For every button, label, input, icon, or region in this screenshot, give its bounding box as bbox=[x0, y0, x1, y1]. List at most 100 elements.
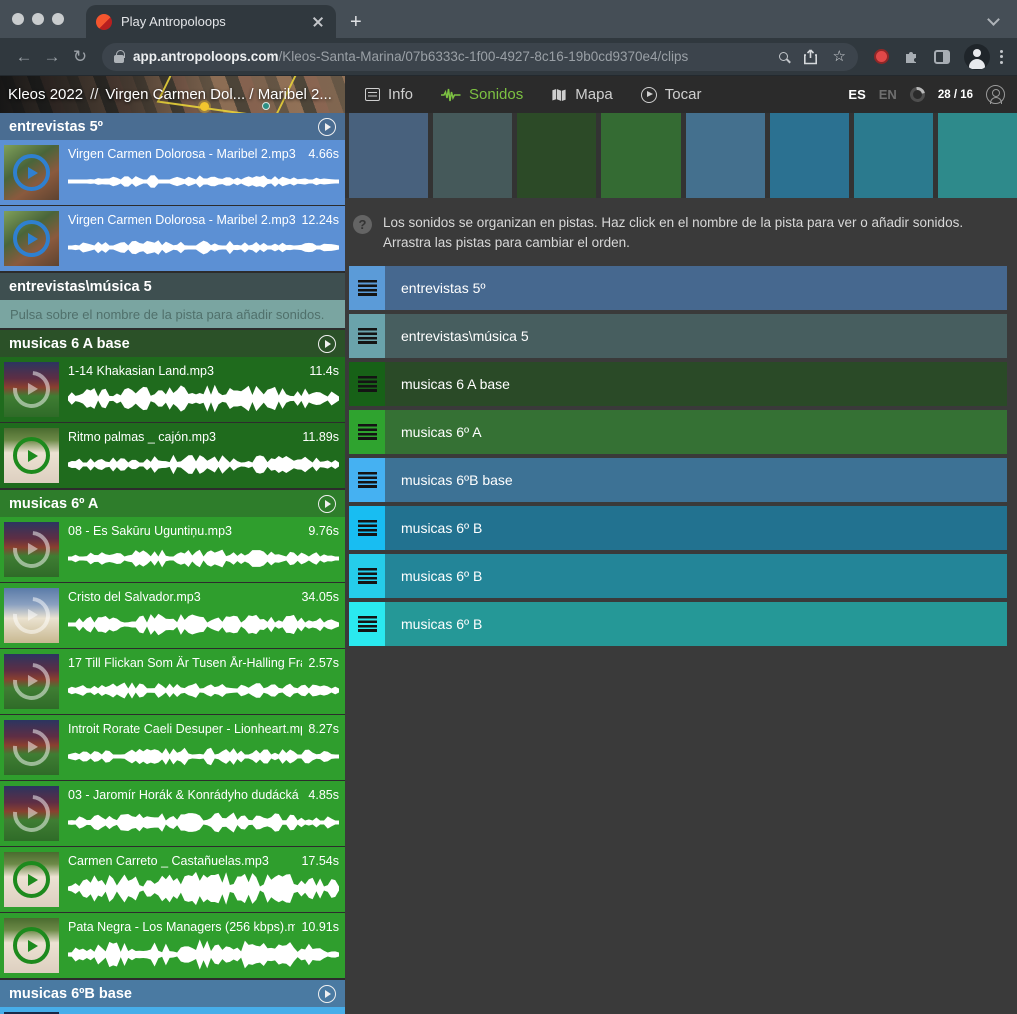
track-drag-handle[interactable] bbox=[349, 314, 385, 358]
sidebar-clip[interactable]: Virgen Carmen Dolorosa - Maribel 2.mp34.… bbox=[0, 140, 345, 205]
clip-waveform[interactable] bbox=[68, 163, 339, 200]
track-name[interactable]: musicas 6º B bbox=[385, 554, 1007, 598]
nav-tab-mapa[interactable]: Mapa bbox=[551, 86, 613, 103]
nav-tab-info[interactable]: Info bbox=[365, 86, 413, 103]
color-swatch[interactable] bbox=[854, 113, 933, 198]
clip-waveform[interactable] bbox=[68, 738, 339, 775]
address-bar[interactable]: app.antropoloops.com/Kleos-Santa-Marina/… bbox=[102, 43, 858, 71]
clip-thumbnail[interactable] bbox=[4, 786, 59, 841]
breadcrumb-current[interactable]: Virgen Carmen Dol... / Maribel 2... bbox=[105, 86, 331, 103]
color-swatch[interactable] bbox=[601, 113, 680, 198]
clip-waveform[interactable] bbox=[68, 870, 339, 907]
window-maximize-button[interactable] bbox=[52, 13, 64, 25]
track-drag-handle[interactable] bbox=[349, 602, 385, 646]
account-icon[interactable] bbox=[986, 85, 1005, 104]
browser-tab[interactable]: Play Antropoloops bbox=[86, 5, 336, 38]
clip-waveform[interactable] bbox=[68, 804, 339, 841]
track-name[interactable]: musicas 6º B bbox=[385, 506, 1007, 550]
nav-tab-sonidos[interactable]: Sonidos bbox=[441, 86, 523, 103]
share-icon[interactable] bbox=[803, 49, 818, 65]
clips-sidebar[interactable]: entrevistas 5º Virgen Carmen Dolorosa - M… bbox=[0, 113, 345, 1014]
color-swatch[interactable] bbox=[349, 113, 428, 198]
clip-waveform[interactable] bbox=[68, 446, 339, 483]
profile-avatar[interactable] bbox=[964, 44, 990, 70]
color-swatch[interactable] bbox=[686, 113, 765, 198]
clip-thumbnail[interactable] bbox=[4, 211, 59, 266]
section-play-icon[interactable] bbox=[318, 985, 336, 1003]
track-row[interactable]: entrevistas\música 5 bbox=[349, 314, 1007, 358]
breadcrumb[interactable]: Kleos 2022//Virgen Carmen Dol... / Marib… bbox=[0, 76, 345, 113]
language-es-button[interactable]: ES bbox=[848, 87, 865, 102]
side-panel-icon[interactable] bbox=[934, 50, 950, 64]
sidebar-clip[interactable]: 1-14 Khakasian Land.mp311.4s bbox=[0, 357, 345, 422]
track-name[interactable]: entrevistas 5º bbox=[385, 266, 1007, 310]
window-controls[interactable] bbox=[12, 13, 64, 25]
zoom-icon[interactable] bbox=[779, 52, 788, 61]
sidebar-clip[interactable]: Ritmo palmas _ cajón.mp311.89s bbox=[0, 423, 345, 488]
sidebar-section-title[interactable]: musicas 6 A base bbox=[9, 336, 130, 352]
clip-thumbnail[interactable] bbox=[4, 145, 59, 200]
color-swatch[interactable] bbox=[517, 113, 596, 198]
sidebar-section-title[interactable]: entrevistas\música 5 bbox=[9, 279, 152, 295]
new-tab-button[interactable]: + bbox=[350, 12, 362, 32]
forward-button[interactable]: → bbox=[38, 47, 66, 67]
back-button[interactable]: ← bbox=[10, 47, 38, 67]
sidebar-section-header[interactable]: entrevistas\música 5 bbox=[0, 273, 345, 300]
sidebar-clip[interactable]: BASE Pata Negra - Los Managers3.77s bbox=[0, 1007, 345, 1014]
lock-icon[interactable] bbox=[114, 55, 124, 63]
color-swatch[interactable] bbox=[770, 113, 849, 198]
nav-tab-tocar[interactable]: Tocar bbox=[641, 86, 702, 103]
clip-thumbnail[interactable] bbox=[4, 428, 59, 483]
track-row[interactable]: musicas 6º A bbox=[349, 410, 1007, 454]
track-row[interactable]: musicas 6º B bbox=[349, 506, 1007, 550]
sidebar-clip[interactable]: Carmen Carreto _ Castañuelas.mp317.54s bbox=[0, 847, 345, 912]
clip-thumbnail[interactable] bbox=[4, 588, 59, 643]
section-play-icon[interactable] bbox=[318, 118, 336, 136]
tab-search-chevron-icon[interactable] bbox=[989, 14, 999, 24]
clip-waveform[interactable] bbox=[68, 540, 339, 577]
clip-thumbnail[interactable] bbox=[4, 720, 59, 775]
track-row[interactable]: musicas 6ºB base bbox=[349, 458, 1007, 502]
clip-thumbnail[interactable] bbox=[4, 654, 59, 709]
reload-button[interactable]: ↻ bbox=[66, 47, 94, 67]
sidebar-clip[interactable]: Pata Negra - Los Managers (256 kbps).mp3… bbox=[0, 913, 345, 978]
section-play-icon[interactable] bbox=[318, 495, 336, 513]
track-name[interactable]: entrevistas\música 5 bbox=[385, 314, 1007, 358]
clip-thumbnail[interactable] bbox=[4, 852, 59, 907]
record-extension-icon[interactable] bbox=[874, 49, 889, 64]
url-text[interactable]: app.antropoloops.com/Kleos-Santa-Marina/… bbox=[133, 49, 770, 64]
sidebar-section-title[interactable]: entrevistas 5º bbox=[9, 119, 103, 135]
bookmark-star-icon[interactable]: ☆ bbox=[833, 49, 846, 64]
track-name[interactable]: musicas 6 A base bbox=[385, 362, 1007, 406]
clip-thumbnail[interactable] bbox=[4, 522, 59, 577]
sidebar-clip[interactable]: Introit Rorate Caeli Desuper - Lionheart… bbox=[0, 715, 345, 780]
window-minimize-button[interactable] bbox=[32, 13, 44, 25]
sidebar-section-title[interactable]: musicas 6º A bbox=[9, 496, 98, 512]
sidebar-section-header[interactable]: entrevistas 5º bbox=[0, 113, 345, 140]
track-row[interactable]: musicas 6º B bbox=[349, 602, 1007, 646]
browser-menu-icon[interactable] bbox=[1000, 50, 1003, 64]
track-drag-handle[interactable] bbox=[349, 410, 385, 454]
track-name[interactable]: musicas 6º B bbox=[385, 602, 1007, 646]
sidebar-section-header[interactable]: musicas 6 A base bbox=[0, 330, 345, 357]
breadcrumb-project[interactable]: Kleos 2022 bbox=[8, 86, 83, 103]
sidebar-clip[interactable]: 17 Till Flickan Som Är Tusen År-Halling … bbox=[0, 649, 345, 714]
track-name[interactable]: musicas 6º A bbox=[385, 410, 1007, 454]
track-name[interactable]: musicas 6ºB base bbox=[385, 458, 1007, 502]
sidebar-section-header[interactable]: musicas 6º A bbox=[0, 490, 345, 517]
section-play-icon[interactable] bbox=[318, 335, 336, 353]
track-row[interactable]: entrevistas 5º bbox=[349, 266, 1007, 310]
color-swatch[interactable] bbox=[433, 113, 512, 198]
track-drag-handle[interactable] bbox=[349, 506, 385, 550]
clip-waveform[interactable] bbox=[68, 936, 339, 973]
sidebar-clip[interactable]: 03 - Jaromír Horák & Konrádyho dudácká .… bbox=[0, 781, 345, 846]
clip-waveform[interactable] bbox=[68, 380, 339, 417]
sidebar-section-title[interactable]: musicas 6ºB base bbox=[9, 986, 132, 1002]
sidebar-clip[interactable]: Cristo del Salvador.mp334.05s bbox=[0, 583, 345, 648]
track-drag-handle[interactable] bbox=[349, 554, 385, 598]
track-drag-handle[interactable] bbox=[349, 266, 385, 310]
language-en-button[interactable]: EN bbox=[879, 87, 897, 102]
sidebar-clip[interactable]: Virgen Carmen Dolorosa - Maribel 2.mp312… bbox=[0, 206, 345, 271]
track-row[interactable]: musicas 6º B bbox=[349, 554, 1007, 598]
sidebar-clip[interactable]: 08 - Es Sakūru Uguntiņu.mp39.76s bbox=[0, 517, 345, 582]
